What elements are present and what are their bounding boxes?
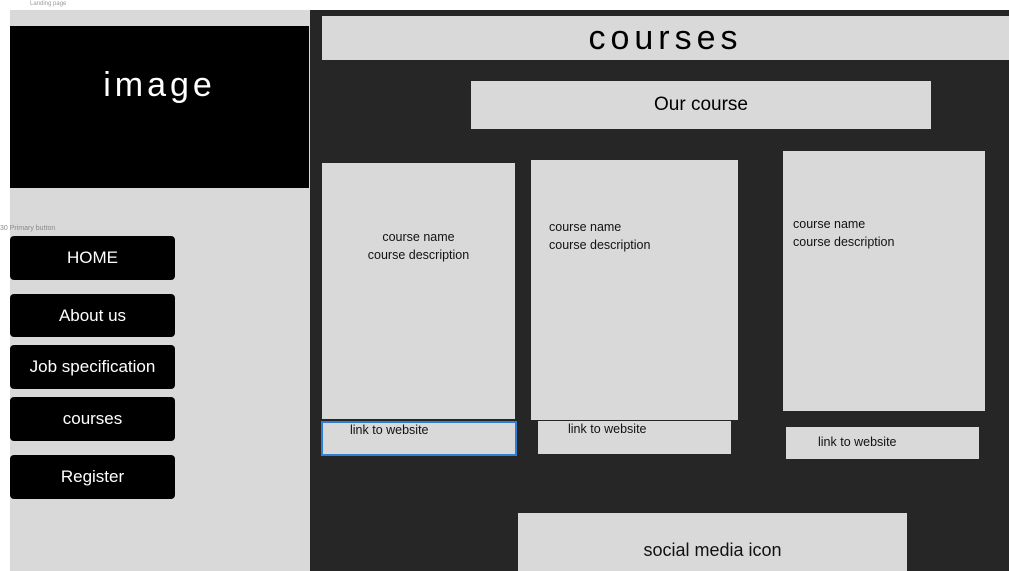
page-title: courses — [322, 16, 1009, 60]
course-name: course name — [549, 220, 622, 234]
course-description: course description — [793, 235, 895, 249]
hero-image-label: image — [103, 66, 216, 104]
course-description: course description — [367, 248, 470, 262]
nav-about-button[interactable]: About us — [10, 294, 175, 337]
nav-courses-button[interactable]: courses — [10, 397, 175, 441]
hero-image-placeholder: image — [10, 26, 309, 188]
nav-home-button[interactable]: HOME — [10, 236, 175, 280]
course-card: course name course description — [531, 160, 738, 420]
frame-label: Landing page — [30, 1, 67, 7]
course-link[interactable]: link to website — [786, 427, 979, 459]
course-name: course name — [382, 230, 455, 244]
component-variant-label: 30 Primary button — [0, 225, 56, 232]
nav-register-button[interactable]: Register — [10, 455, 175, 499]
nav-job-specification-button[interactable]: Job specification — [10, 345, 175, 389]
course-link[interactable]: link to website — [321, 421, 517, 456]
social-media-label: social media icon — [643, 540, 782, 560]
course-link[interactable]: link to website — [538, 421, 731, 454]
course-description: course description — [549, 238, 651, 252]
section-title: Our course — [471, 81, 931, 129]
social-media-placeholder[interactable]: social media icon — [518, 513, 907, 571]
course-card: course name course description — [783, 151, 985, 411]
course-card: course name course description — [322, 163, 515, 419]
course-name: course name — [793, 217, 866, 231]
